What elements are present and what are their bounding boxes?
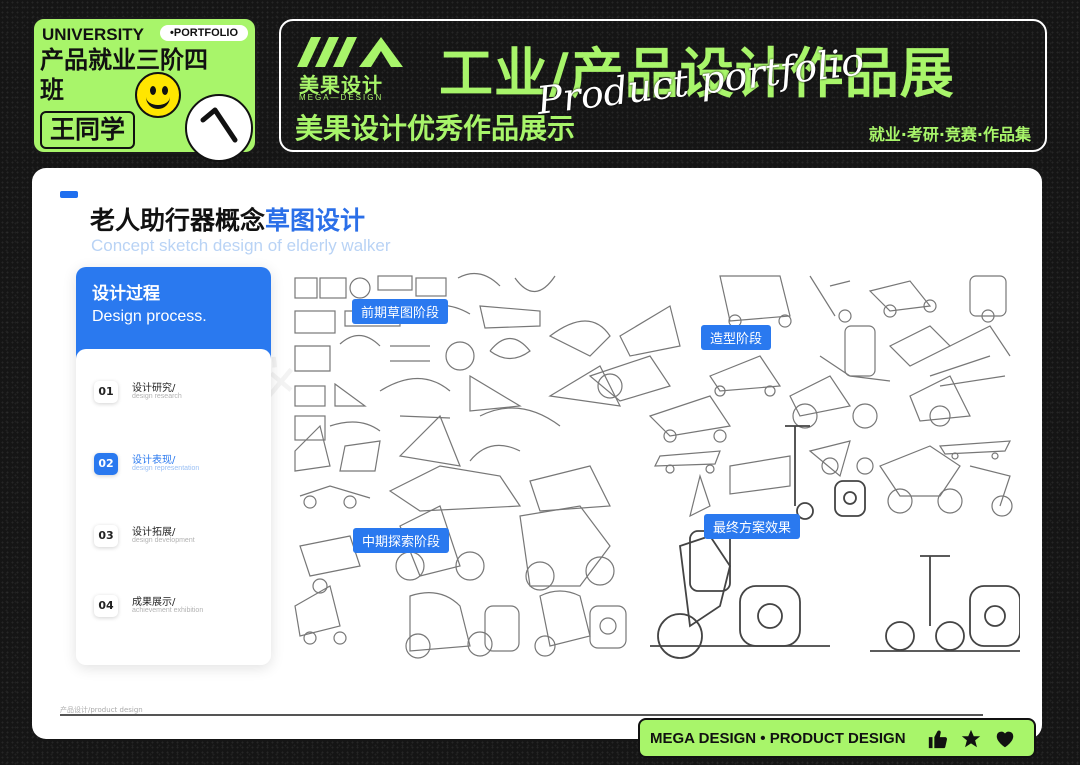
star-icon[interactable] (960, 728, 982, 750)
stage-label-final: 最终方案效果 (704, 514, 801, 539)
stage-label-early: 前期草图阶段 (352, 299, 449, 324)
stage-label-mid: 中期探索阶段 (353, 528, 450, 553)
heart-icon[interactable] (994, 728, 1016, 750)
process-title-cn: 设计过程 (92, 284, 160, 304)
accent-bar (60, 191, 78, 198)
thumbs-up-icon[interactable] (927, 728, 949, 750)
banner-tags: 就业·考研·竞赛·作品集 (868, 125, 1031, 144)
footer-divider (60, 714, 983, 716)
content-card: 美果设计 老人助行器概念草图设计 Concept sketch design o… (32, 168, 1042, 739)
smiley-icon (135, 72, 181, 118)
mega-logo-icon (297, 37, 403, 67)
arrow-icon (185, 94, 253, 162)
banner-subtitle: 美果设计优秀作品展示 (295, 112, 576, 145)
process-title-en: Design process. (92, 308, 207, 325)
university-label: UNIVERSITY (42, 25, 145, 44)
page-title-en: Concept sketch design of elderly walker (91, 236, 391, 255)
student-name: 王同学 (40, 111, 136, 149)
title-banner: 美果设计 MEGA—DESIGN 工业/产品设计作品展 Product port… (279, 19, 1047, 152)
portfolio-pill: •PORTFOLIO (160, 25, 249, 41)
design-process-panel: 设计过程 Design process. 01 设计研究/ design res… (76, 267, 271, 665)
bottom-brand-bar: MEGA DESIGN • PRODUCT DESIGN (638, 718, 1036, 758)
stage-label-shape: 造型阶段 (701, 325, 772, 350)
sketch-collage (294, 272, 1020, 659)
brand-en: MEGA—DESIGN (299, 93, 384, 102)
page-title: 老人助行器概念草图设计 (90, 206, 366, 235)
bottom-brand-text: MEGA DESIGN • PRODUCT DESIGN (650, 730, 906, 747)
